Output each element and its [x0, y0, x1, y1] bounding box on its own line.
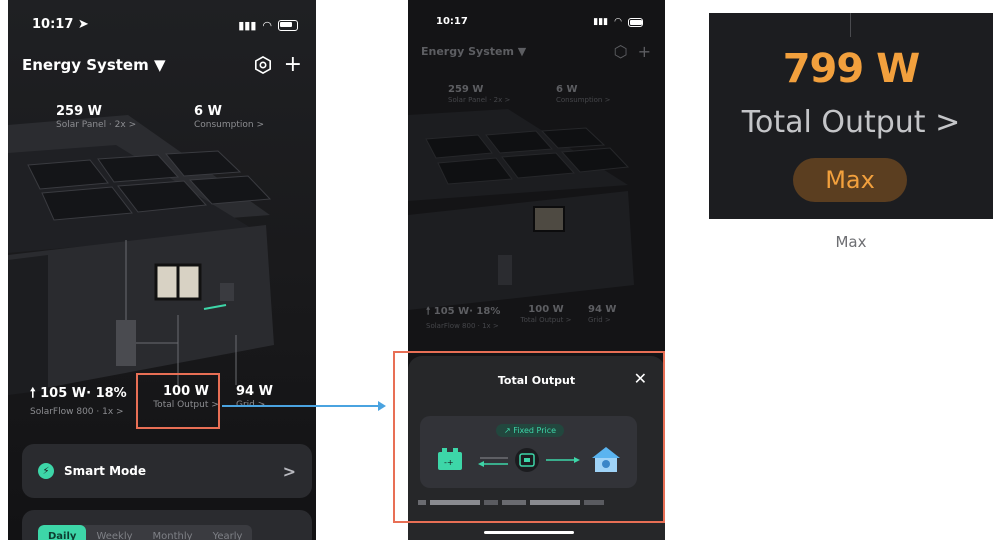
system-title: Energy System ▼ — [22, 55, 166, 74]
connector-arrow-line — [222, 405, 382, 407]
tab-monthly[interactable]: Monthly — [143, 525, 203, 540]
sheet-highlight — [393, 351, 665, 523]
tab-weekly[interactable]: Weekly — [86, 525, 142, 540]
zoom-output-value: 799 W — [782, 46, 921, 92]
signal-icon: ▮▮▮ — [593, 17, 609, 27]
system-selector[interactable]: Energy System ▼ — [22, 56, 165, 74]
header: Energy System ▼ + — [22, 52, 302, 77]
zoom-divider — [850, 13, 851, 37]
grid-value: 94 W — [236, 384, 273, 399]
battery-icon — [278, 20, 298, 31]
consumption-value-2: 6 W — [556, 84, 578, 95]
status-icons-2: ▮▮▮ ◠ — [593, 17, 643, 27]
metric-solar-2[interactable]: 259 W Solar Panel · 2x > — [448, 84, 510, 104]
tab-yearly[interactable]: Yearly — [203, 525, 253, 540]
consumption-label: Consumption > — [194, 120, 265, 130]
history-card: Daily Weekly Monthly Yearly — [22, 510, 312, 540]
solar-label-2: Solar Panel · 2x > — [448, 96, 511, 104]
system-title-2[interactable]: Energy System ▼ — [421, 45, 526, 58]
chevron-right-icon: > — [282, 461, 296, 481]
wifi-icon: ◠ — [614, 17, 622, 27]
settings-icon[interactable] — [254, 55, 272, 74]
metric-solarflow[interactable]: 🠕 105 W· 18% SolarFlow 800 · 1x > — [30, 384, 127, 417]
zoom-caption: Max — [835, 233, 867, 251]
solarflow-value-2: 🠕 105 W· 18% — [426, 306, 501, 317]
house-illustration — [8, 115, 274, 395]
solarflow-label-2: SolarFlow 800 · 1x > — [426, 322, 499, 330]
output-label-2: Total Output > — [520, 316, 572, 324]
grid-label-2: Grid > — [588, 316, 611, 324]
lightning-icon: ⚡ — [38, 463, 54, 479]
consumption-label-2: Consumption > — [556, 96, 611, 104]
grid-value-2: 94 W — [588, 304, 617, 315]
zoom-panel: 799 W Total Output > Max — [709, 13, 993, 219]
phone-screen-main: 10:17 ➤ ▮▮▮ ◠ Energy System ▼ + 259 W So… — [8, 0, 316, 540]
max-badge: Max — [793, 158, 907, 202]
metric-total-output-2[interactable]: 100 W Total Output > — [516, 304, 576, 324]
battery-icon — [628, 17, 643, 27]
add-icon[interactable]: + — [638, 42, 651, 61]
output-value-2: 100 W — [528, 304, 564, 315]
zoom-output-label: Total Output > — [741, 105, 961, 140]
wifi-icon: ◠ — [262, 19, 272, 32]
signal-icon: ▮▮▮ — [238, 19, 257, 32]
total-output-highlight — [136, 373, 220, 429]
connector-arrow-head — [378, 401, 386, 411]
status-time-2: 10:17 — [436, 16, 468, 27]
settings-icon[interactable]: ⬡ — [614, 42, 628, 61]
metric-solar[interactable]: 259 W Solar Panel · 2x > — [56, 104, 136, 130]
solar-value-2: 259 W — [448, 84, 484, 95]
solarflow-value: 🠕 105 W· 18% — [30, 386, 127, 401]
status-time: 10:17 ➤ — [32, 17, 89, 32]
metric-consumption-2[interactable]: 6 W Consumption > — [556, 84, 610, 104]
smart-mode-row[interactable]: ⚡ Smart Mode > — [22, 444, 312, 498]
house-illustration-dim — [408, 109, 634, 310]
metric-solarflow-2[interactable]: 🠕 105 W· 18% SolarFlow 800 · 1x > — [426, 304, 500, 330]
consumption-value: 6 W — [194, 104, 222, 119]
add-icon[interactable]: + — [284, 52, 302, 77]
solarflow-label: SolarFlow 800 · 1x > — [30, 407, 124, 417]
tab-daily[interactable]: Daily — [38, 525, 87, 540]
smart-mode-label: Smart Mode — [64, 464, 146, 478]
status-icons: ▮▮▮ ◠ — [238, 19, 298, 32]
solar-value: 259 W — [56, 104, 103, 119]
metric-grid-2[interactable]: 94 W Grid > — [588, 304, 616, 324]
period-tabs: Daily Weekly Monthly Yearly — [38, 525, 253, 540]
metric-consumption[interactable]: 6 W Consumption > — [194, 104, 264, 130]
home-indicator — [484, 531, 574, 534]
header-2: Energy System ▼ ⬡ + — [421, 42, 651, 61]
solar-label: Solar Panel · 2x > — [56, 120, 137, 130]
